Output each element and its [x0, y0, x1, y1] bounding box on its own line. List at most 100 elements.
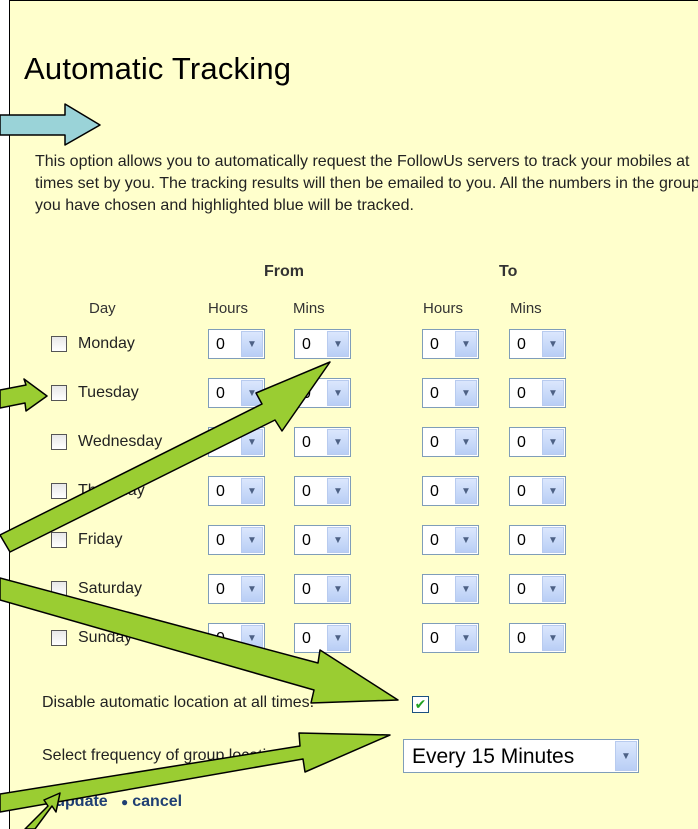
description-text: This option allows you to automatically … — [35, 153, 698, 214]
from-mins-select[interactable]: 0 ▼ — [294, 427, 351, 457]
chevron-down-icon[interactable]: ▼ — [455, 331, 477, 357]
to-hours-select[interactable]: 0 ▼ — [422, 329, 479, 359]
day-checkbox[interactable] — [51, 336, 67, 352]
to-mins-select[interactable]: 0 ▼ — [509, 574, 566, 604]
select-value: 0 — [517, 483, 526, 500]
day-checkbox[interactable] — [51, 385, 67, 401]
chevron-down-icon[interactable]: ▼ — [327, 576, 349, 602]
from-mins-select[interactable]: 0 ▼ — [294, 378, 351, 408]
disable-location-label: Disable automatic location at all times: — [42, 694, 315, 711]
update-link[interactable]: ● update — [44, 793, 108, 811]
select-value: 0 — [430, 434, 439, 451]
select-value: 0 — [302, 630, 311, 647]
chevron-down-icon[interactable]: ▼ — [455, 527, 477, 553]
chevron-down-icon[interactable]: ▼ — [542, 576, 564, 602]
to-mins-select[interactable]: 0 ▼ — [509, 623, 566, 653]
chevron-down-icon[interactable]: ▼ — [327, 380, 349, 406]
to-hours-header: Hours — [423, 300, 464, 317]
chevron-down-icon[interactable]: ▼ — [241, 625, 263, 651]
chevron-down-icon[interactable]: ▼ — [241, 478, 263, 504]
from-hours-select[interactable]: 0 ▼ — [208, 574, 265, 604]
to-mins-header: Mins — [510, 300, 542, 317]
to-hours-select[interactable]: 0 ▼ — [422, 476, 479, 506]
to-mins-select[interactable]: 0 ▼ — [509, 378, 566, 408]
chevron-down-icon[interactable]: ▼ — [241, 576, 263, 602]
from-mins-select[interactable]: 0 ▼ — [294, 329, 351, 359]
select-value: 0 — [517, 532, 526, 549]
select-value: 0 — [302, 532, 311, 549]
select-value: 0 — [430, 630, 439, 647]
from-header: From — [264, 263, 304, 280]
chevron-down-icon[interactable]: ▼ — [455, 625, 477, 651]
from-mins-select[interactable]: 0 ▼ — [294, 525, 351, 555]
select-value: 0 — [216, 581, 225, 598]
from-hours-select[interactable]: 0 ▼ — [208, 378, 265, 408]
bullet-icon: ● — [44, 795, 52, 809]
to-mins-select[interactable]: 0 ▼ — [509, 329, 566, 359]
chevron-down-icon[interactable]: ▼ — [241, 527, 263, 553]
chevron-down-icon[interactable]: ▼ — [455, 576, 477, 602]
to-hours-select[interactable]: 0 ▼ — [422, 378, 479, 408]
cancel-link[interactable]: ● cancel — [121, 793, 182, 811]
to-mins-select[interactable]: 0 ▼ — [509, 476, 566, 506]
day-label: Monday — [78, 335, 135, 352]
chevron-down-icon[interactable]: ▼ — [542, 331, 564, 357]
frequency-select[interactable]: Every 15 Minutes ▼ — [403, 739, 639, 773]
chevron-down-icon[interactable]: ▼ — [455, 478, 477, 504]
table-row: Thursday 0 ▼ 0 ▼ 0 ▼ 0 ▼ — [10, 474, 698, 509]
day-checkbox[interactable] — [51, 532, 67, 548]
from-hours-select[interactable]: 0 ▼ — [208, 427, 265, 457]
select-value: 0 — [302, 336, 311, 353]
day-checkbox[interactable] — [51, 630, 67, 646]
from-hours-select[interactable]: 0 ▼ — [208, 329, 265, 359]
chevron-down-icon[interactable]: ▼ — [542, 527, 564, 553]
chevron-down-icon[interactable]: ▼ — [542, 478, 564, 504]
day-checkbox[interactable] — [51, 581, 67, 597]
chevron-down-icon[interactable]: ▼ — [241, 331, 263, 357]
to-mins-select[interactable]: 0 ▼ — [509, 427, 566, 457]
chevron-down-icon[interactable]: ▼ — [542, 625, 564, 651]
select-value: 0 — [302, 483, 311, 500]
chevron-down-icon[interactable]: ▼ — [241, 429, 263, 455]
from-hours-select[interactable]: 0 ▼ — [208, 623, 265, 653]
day-checkbox[interactable] — [51, 483, 67, 499]
day-label: Tuesday — [78, 384, 139, 401]
select-value: 0 — [302, 434, 311, 451]
from-mins-select[interactable]: 0 ▼ — [294, 476, 351, 506]
day-label: Wednesday — [78, 433, 163, 450]
select-value: 0 — [430, 581, 439, 598]
bullet-icon: ● — [121, 795, 129, 809]
chevron-down-icon[interactable]: ▼ — [615, 741, 637, 771]
from-mins-select[interactable]: 0 ▼ — [294, 574, 351, 604]
day-column-header: Day — [89, 300, 116, 317]
select-value: 0 — [430, 532, 439, 549]
to-hours-select[interactable]: 0 ▼ — [422, 525, 479, 555]
from-hours-select[interactable]: 0 ▼ — [208, 525, 265, 555]
chevron-down-icon[interactable]: ▼ — [327, 478, 349, 504]
chevron-down-icon[interactable]: ▼ — [327, 527, 349, 553]
chevron-down-icon[interactable]: ▼ — [327, 625, 349, 651]
select-value: 0 — [302, 385, 311, 402]
disable-location-checkbox[interactable]: ✔ — [412, 696, 429, 713]
to-hours-select[interactable]: 0 ▼ — [422, 574, 479, 604]
from-mins-header: Mins — [293, 300, 325, 317]
to-mins-select[interactable]: 0 ▼ — [509, 525, 566, 555]
chevron-down-icon[interactable]: ▼ — [455, 380, 477, 406]
chevron-down-icon[interactable]: ▼ — [241, 380, 263, 406]
chevron-down-icon[interactable]: ▼ — [327, 429, 349, 455]
day-checkbox[interactable] — [51, 434, 67, 450]
select-value: 0 — [517, 434, 526, 451]
chevron-down-icon[interactable]: ▼ — [542, 429, 564, 455]
from-hours-select[interactable]: 0 ▼ — [208, 476, 265, 506]
to-header: To — [499, 263, 518, 280]
select-value: 0 — [430, 483, 439, 500]
table-row: Friday 0 ▼ 0 ▼ 0 ▼ 0 ▼ — [10, 523, 698, 558]
chevron-down-icon[interactable]: ▼ — [455, 429, 477, 455]
from-mins-select[interactable]: 0 ▼ — [294, 623, 351, 653]
select-value: 0 — [216, 336, 225, 353]
chevron-down-icon[interactable]: ▼ — [542, 380, 564, 406]
chevron-down-icon[interactable]: ▼ — [327, 331, 349, 357]
table-row: Wednesday 0 ▼ 0 ▼ 0 ▼ 0 ▼ — [10, 425, 698, 460]
to-hours-select[interactable]: 0 ▼ — [422, 623, 479, 653]
to-hours-select[interactable]: 0 ▼ — [422, 427, 479, 457]
